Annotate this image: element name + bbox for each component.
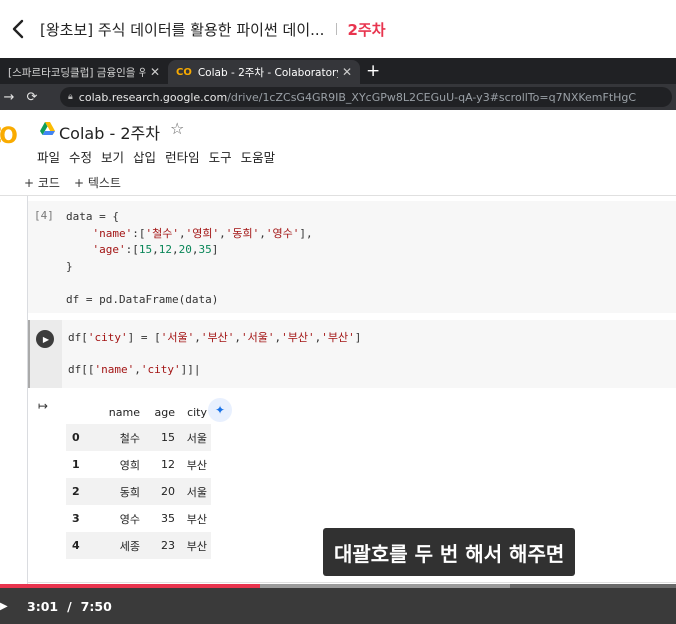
colab-logo: CO: [0, 124, 18, 149]
column-header: city: [187, 405, 207, 419]
url-host: colab.research.google.com: [78, 90, 228, 104]
cell-city: 서울: [175, 424, 211, 451]
add-text-button[interactable]: + 텍스트: [74, 174, 121, 191]
add-code-button[interactable]: + 코드: [24, 174, 60, 191]
row-index: 2: [66, 478, 88, 505]
player-controls: ▶ 3:01 / 7:50: [0, 588, 676, 624]
cell-age: 15: [142, 424, 175, 451]
video-subtitle: 대괄호를 두 번 해서 해주면: [323, 528, 576, 576]
address-bar[interactable]: 🔒︎ colab.research.google.com /drive/1cZC…: [60, 87, 672, 107]
cell-city: 부산: [186, 458, 207, 472]
browser-tab-sparta[interactable]: [스파르타코딩클럽] 금융인을 위 ✕: [0, 60, 168, 84]
new-tab-plus-icon[interactable]: +: [366, 61, 380, 81]
duration: 7:50: [80, 598, 112, 614]
table-row: 3 영수 35 부산: [66, 505, 211, 532]
dataframe-table: name age city 0 철수 15 서울 1 영희 12 부산 2 동희…: [66, 400, 211, 559]
run-cell-button[interactable]: ▶: [36, 330, 54, 348]
execution-count: [4]: [34, 209, 54, 222]
google-drive-icon: [40, 122, 55, 135]
menu-help[interactable]: 도움말: [241, 147, 276, 166]
table-row: 1 영희 12 부산: [66, 451, 211, 478]
time-separator: /: [67, 598, 72, 614]
play-icon[interactable]: ▶: [0, 601, 10, 612]
code-cell-2[interactable]: ▶ df['city'] = ['서울','부산','서울','부산','부산'…: [28, 320, 676, 388]
video-player[interactable]: [스파르타코딩클럽] 금융인을 위 ✕ CO Colab - 2주차 - Col…: [0, 58, 676, 624]
index-header: [66, 400, 88, 424]
magic-wand-icon[interactable]: ✦: [208, 398, 232, 422]
menu-file[interactable]: 파일: [37, 147, 60, 166]
menu-tools[interactable]: 도구: [209, 147, 232, 166]
cell-age: 23: [142, 532, 175, 559]
back-button[interactable]: [0, 0, 36, 58]
run-gutter: ▶: [30, 320, 62, 388]
lecture-screen: [왕초보] 주식 데이터를 활용한 파이썬 데이... 2주차 [스파르타코딩클…: [0, 0, 676, 624]
output-toggle-icon[interactable]: ↦: [38, 399, 48, 413]
cell-name: 철수: [88, 424, 142, 451]
play-icon: ▶: [42, 334, 50, 344]
cell-toolbar: + 코드 + 텍스트: [0, 170, 676, 196]
colab-favicon-icon: CO: [176, 66, 192, 78]
menu-view[interactable]: 보기: [101, 147, 124, 166]
lock-icon: 🔒︎: [68, 92, 73, 102]
notebook-title[interactable]: Colab - 2주차: [59, 120, 160, 144]
code-cell-1[interactable]: [4] data = { 'name':['철수','영희','동희','영수'…: [28, 201, 676, 313]
row-index: 3: [72, 512, 80, 525]
current-time: 3:01: [27, 598, 59, 614]
cell-name: 영희: [119, 458, 140, 472]
chevron-left-icon: [12, 19, 24, 39]
cell-age: 35: [161, 512, 175, 525]
cell-name: 세종: [88, 532, 142, 559]
url-path: /drive/1cZCsG4GR9IB_XYcGPw8L2CEGuU-qA-y3…: [227, 90, 637, 104]
code-editor[interactable]: data = { 'name':['철수','영희','동희','영수'], '…: [66, 209, 313, 308]
cell-age: 20: [142, 478, 175, 505]
row-index: 0: [66, 424, 88, 451]
cell-city: 부산: [186, 512, 207, 526]
app-header: [왕초보] 주식 데이터를 활용한 파이썬 데이... 2주차: [0, 0, 676, 58]
cell-age: 12: [161, 458, 175, 471]
reload-icon[interactable]: ⟳: [18, 90, 46, 105]
code-editor[interactable]: df['city'] = ['서울','부산','서울','부산','부산'] …: [68, 330, 361, 378]
star-icon[interactable]: ☆: [170, 119, 184, 138]
cell-city: 서울: [175, 478, 211, 505]
menu-insert[interactable]: 삽입: [133, 147, 156, 166]
browser-toolbar: → ⟳ 🔒︎ colab.research.google.com /drive/…: [0, 84, 676, 110]
table-row: 4 세종 23 부산: [66, 532, 211, 559]
course-title: [왕초보] 주식 데이터를 활용한 파이썬 데이...: [40, 20, 325, 39]
colab-page: CO Colab - 2주차 ☆ 파일 수정 보기 삽입 런타임 도구 도움말 …: [0, 110, 676, 590]
row-index: 1: [72, 458, 80, 471]
browser-tab-colab[interactable]: CO Colab - 2주차 - Colaboratory ✕: [168, 60, 360, 84]
menu-runtime[interactable]: 런타임: [165, 147, 200, 166]
column-header: age: [154, 405, 176, 419]
forward-arrow-icon[interactable]: →: [0, 90, 18, 105]
browser-tab-strip: [스파르타코딩클럽] 금융인을 위 ✕ CO Colab - 2주차 - Col…: [0, 58, 676, 84]
output-divider: [28, 582, 676, 583]
menu-edit[interactable]: 수정: [69, 147, 92, 166]
close-icon[interactable]: ✕: [342, 65, 352, 79]
table-header-row: name age city: [66, 400, 211, 424]
menu-bar: 파일 수정 보기 삽입 런타임 도구 도움말: [37, 147, 284, 166]
tab-label: [스파르타코딩클럽] 금융인을 위: [8, 66, 146, 79]
row-index: 4: [66, 532, 88, 559]
header-divider: [336, 23, 338, 35]
table-row: 0 철수 15 서울: [66, 424, 211, 451]
column-header: name: [108, 405, 140, 419]
tab-label: Colab - 2주차 - Colaboratory: [197, 66, 338, 79]
cell-name: 영수: [119, 512, 140, 526]
close-icon[interactable]: ✕: [150, 65, 160, 79]
week-label: 2주차: [347, 20, 386, 39]
table-row: 2 동희 20 서울: [66, 478, 211, 505]
cell-name: 동희: [88, 478, 142, 505]
cell-city: 부산: [175, 532, 211, 559]
